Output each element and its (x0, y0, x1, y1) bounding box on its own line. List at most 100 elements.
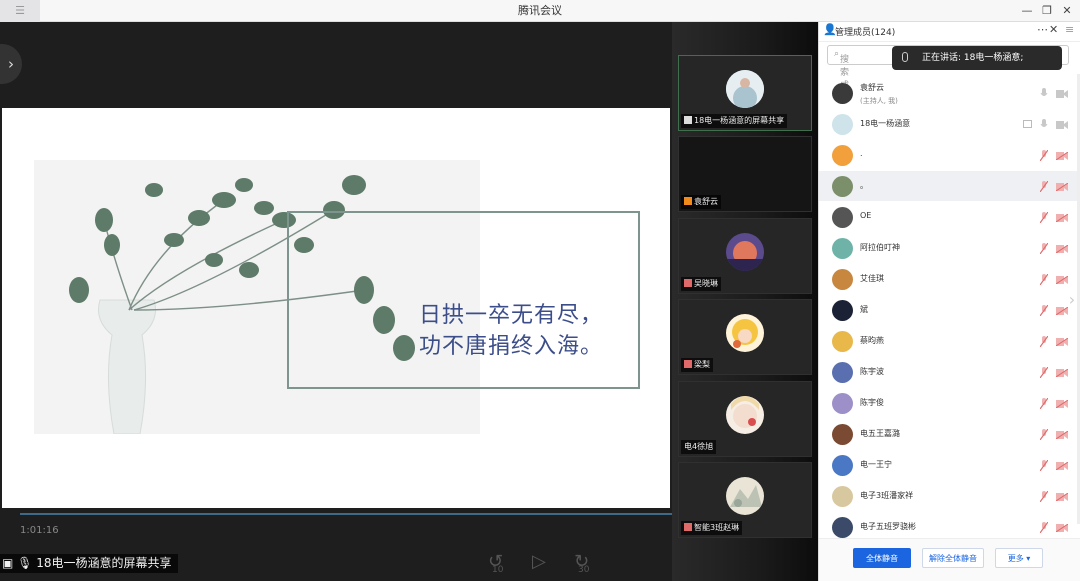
panel-header: 👤 管理成员(124) ⋯ ✕ ≡ (819, 22, 1080, 42)
user-icon (684, 197, 692, 205)
video-tile[interactable]: 18电一杨涵意的屏幕共享 (678, 55, 812, 131)
mic-muted-icon[interactable] (1040, 367, 1048, 378)
camera-off-icon[interactable] (1056, 152, 1068, 160)
member-row[interactable]: 袁舒云 (主持人, 我) (819, 78, 1077, 108)
more-options-icon[interactable]: ⋯ (1037, 23, 1048, 36)
share-screen-icon: ▣ (2, 556, 14, 570)
camera-off-icon[interactable] (1056, 462, 1068, 470)
share-screen-icon (1023, 120, 1032, 128)
mic-muted-icon[interactable] (1040, 398, 1048, 409)
play-icon[interactable]: ▷ (532, 551, 546, 572)
member-row[interactable]: 艾佳琪 (819, 264, 1077, 294)
rewind-10-icon[interactable]: ↺ 10 (488, 551, 503, 575)
camera-off-icon[interactable] (1056, 276, 1068, 284)
unmute-all-button[interactable]: 解除全体静音 (922, 548, 984, 568)
member-row[interactable]: 电子3班潘家祥 (819, 481, 1077, 511)
mic-icon[interactable] (1040, 88, 1048, 99)
mic-muted-icon[interactable] (1040, 336, 1048, 347)
search-placeholder: ⌕ 搜索成员 (834, 49, 850, 104)
mic-muted-icon[interactable] (1040, 274, 1048, 285)
member-name: 电五王嘉潞 (860, 429, 900, 438)
video-tile[interactable]: 电4徐旭 (678, 381, 812, 457)
screen-share-label: ▣ 🎙 18电一杨涵意的屏幕共享 (0, 554, 178, 573)
camera-icon[interactable] (1056, 121, 1068, 129)
camera-off-icon[interactable] (1056, 214, 1068, 222)
member-row[interactable]: 陈宇波 (819, 357, 1077, 387)
mic-muted-icon[interactable] (1040, 181, 1048, 192)
mic-muted-icon[interactable] (1040, 243, 1048, 254)
member-name: OE (860, 211, 872, 220)
tile-label: 吴晓琳 (681, 277, 721, 291)
camera-off-icon[interactable] (1056, 431, 1068, 439)
avatar (726, 314, 764, 352)
camera-off-icon[interactable] (1056, 245, 1068, 253)
camera-off-icon[interactable] (1056, 400, 1068, 408)
member-row[interactable]: 电一王宁 (819, 450, 1077, 480)
camera-off-icon[interactable] (1056, 338, 1068, 346)
mic-muted-icon[interactable] (1040, 212, 1048, 223)
avatar (832, 331, 853, 352)
mic-icon: 🎙 (17, 556, 33, 570)
member-row[interactable]: 阿拉伯叮神 (819, 233, 1077, 263)
forward-label: 30 (578, 565, 590, 575)
chevron-right-icon[interactable]: › (1064, 290, 1080, 314)
mic-muted-icon[interactable] (1040, 429, 1048, 440)
quote-line-2: 功不唐捐终入海。 (419, 334, 604, 359)
minimize-button[interactable]: — (1016, 0, 1038, 22)
member-name: 陈宇俊 (860, 398, 884, 407)
camera-off-icon[interactable] (1056, 183, 1068, 191)
restore-button[interactable]: ❐ (1036, 0, 1058, 22)
collapse-arrow-icon[interactable]: › (0, 44, 22, 84)
mic-muted-icon (684, 360, 692, 368)
panel-menu-icon[interactable]: ≡ (1065, 23, 1074, 36)
more-button[interactable]: 更多 ▾ (995, 548, 1043, 568)
member-role: (主持人, 我) (860, 97, 898, 105)
mic-muted-icon[interactable] (1040, 305, 1048, 316)
mic-muted-icon[interactable] (1040, 491, 1048, 502)
member-name: 电子五班罗骁彬 (860, 522, 916, 531)
member-row[interactable]: 。 (819, 171, 1077, 201)
speaking-indicator: 正在讲话: 18电一杨涵意; (892, 46, 1062, 70)
member-name: 电子3班潘家祥 (860, 491, 914, 500)
video-tile[interactable]: 梁梨 (678, 299, 812, 375)
close-panel-icon[interactable]: ✕ (1049, 23, 1058, 36)
avatar (832, 362, 853, 383)
share-label-text: 18电一杨涵意的屏幕共享 (36, 556, 172, 570)
member-row[interactable]: 18电一杨涵意 (819, 109, 1077, 139)
camera-off-icon[interactable] (1056, 493, 1068, 501)
member-name: 蔡昀燕 (860, 336, 884, 345)
camera-off-icon[interactable] (1056, 369, 1068, 377)
close-window-button[interactable]: ✕ (1056, 0, 1078, 22)
member-row[interactable]: OE (819, 202, 1077, 232)
member-row[interactable]: 斌 (819, 295, 1077, 325)
camera-off-icon[interactable] (1056, 524, 1068, 532)
member-row[interactable]: . (819, 140, 1077, 170)
avatar (832, 393, 853, 414)
member-name: 艾佳琪 (860, 274, 884, 283)
tile-label: 电4徐旭 (681, 440, 717, 454)
mic-icon[interactable] (1040, 119, 1048, 130)
share-screen-icon (684, 116, 692, 124)
avatar (832, 114, 853, 135)
mic-muted-icon[interactable] (1040, 460, 1048, 471)
video-tile[interactable]: 袁舒云 (678, 136, 812, 212)
tile-label: 袁舒云 (681, 195, 721, 209)
avatar (832, 424, 853, 445)
forward-30-icon[interactable]: ↻ 30 (574, 551, 590, 575)
video-tile[interactable]: 智能3班赵琳 (678, 462, 812, 538)
avatar (832, 145, 853, 166)
mic-muted-icon[interactable] (1040, 150, 1048, 161)
video-tile[interactable]: 吴晓琳 (678, 218, 812, 294)
participant-tiles: 18电一杨涵意的屏幕共享 袁舒云 吴晓琳 梁梨 电4徐旭 智能3班赵琳 (672, 22, 818, 581)
mic-muted-icon[interactable] (1040, 522, 1048, 533)
member-row[interactable]: 陈宇俊 (819, 388, 1077, 418)
member-row[interactable]: 蔡昀燕 (819, 326, 1077, 356)
mute-all-button[interactable]: 全体静音 (853, 548, 911, 568)
avatar (832, 517, 853, 538)
panel-title: 管理成员(124) (835, 28, 896, 38)
member-row[interactable]: 电五王嘉潞 (819, 419, 1077, 449)
member-name: 电一王宁 (860, 460, 892, 469)
camera-icon[interactable] (1056, 90, 1068, 98)
speaking-text: 正在讲话: 18电一杨涵意; (922, 53, 1024, 63)
tile-label: 智能3班赵琳 (681, 521, 743, 535)
